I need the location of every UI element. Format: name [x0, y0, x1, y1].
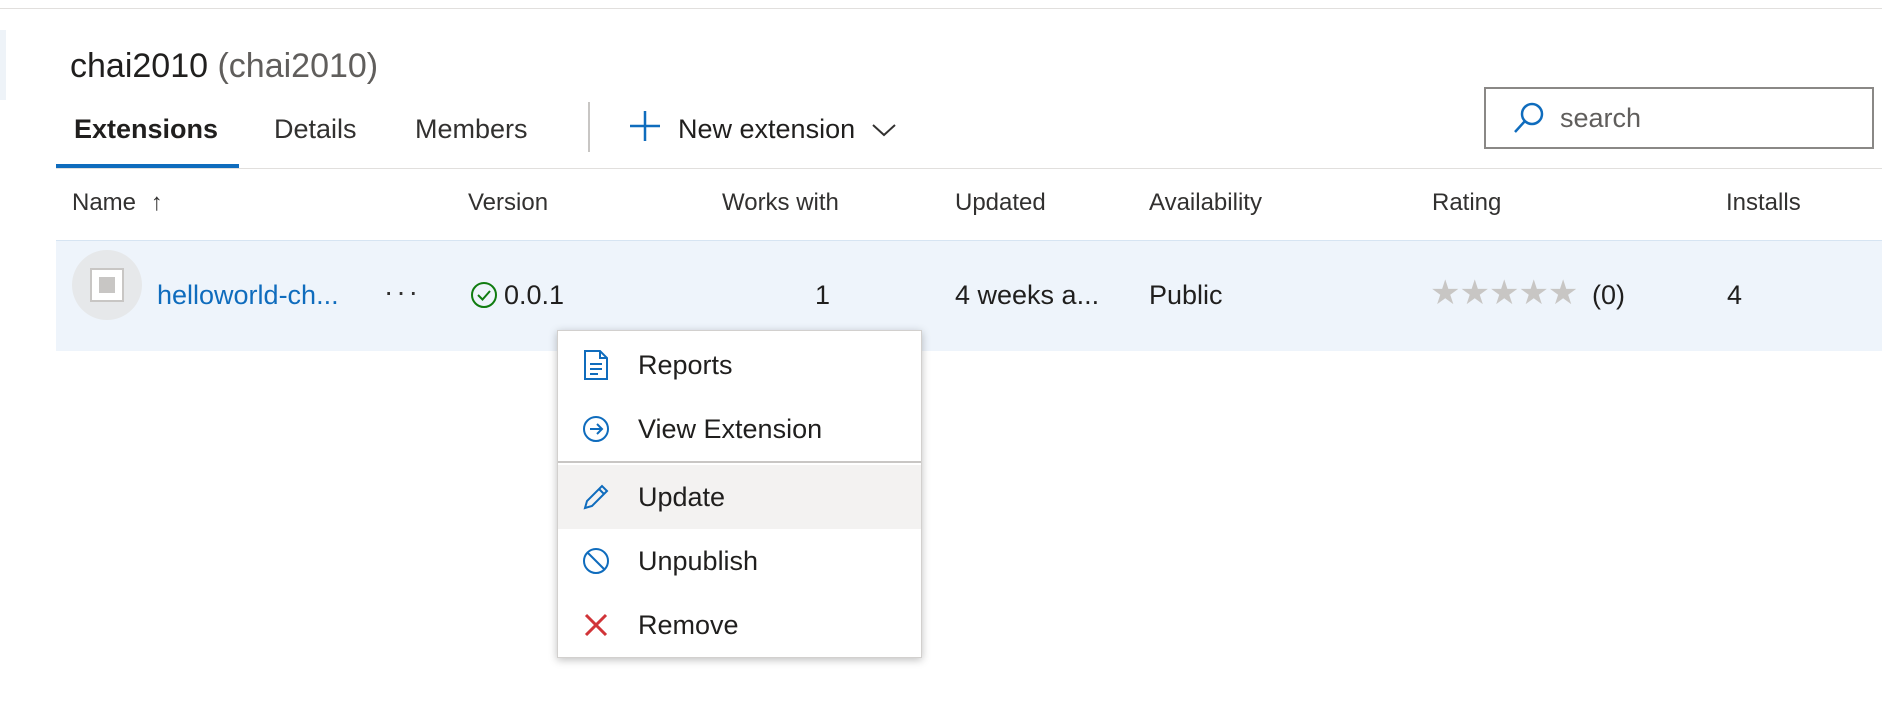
column-header-version[interactable]: Version — [468, 188, 548, 218]
header-divider — [56, 168, 1882, 169]
menu-divider — [558, 461, 921, 463]
menu-item-remove[interactable]: Remove — [558, 593, 921, 657]
pencil-icon — [578, 479, 614, 515]
tab-extensions[interactable]: Extensions — [74, 104, 218, 164]
publisher-id: (chai2010) — [217, 47, 379, 85]
column-header-name[interactable]: Name ↑ — [72, 188, 163, 218]
version-value: 0.0.1 — [504, 280, 565, 310]
menu-item-view-extension[interactable]: View Extension — [558, 397, 921, 461]
menu-item-reports[interactable]: Reports — [558, 333, 921, 397]
column-header-rating[interactable]: Rating — [1432, 188, 1501, 218]
column-header-installs[interactable]: Installs — [1726, 188, 1801, 218]
column-header-name-label: Name — [72, 189, 137, 216]
menu-item-remove-label: Remove — [638, 609, 739, 640]
context-menu: Reports View Extension Update Unpublish … — [557, 330, 922, 658]
installs-value: 4 — [1727, 280, 1743, 310]
document-icon — [578, 347, 614, 383]
block-icon — [578, 543, 614, 579]
toolbar-divider — [588, 102, 590, 152]
menu-item-unpublish[interactable]: Unpublish — [558, 529, 921, 593]
top-divider — [0, 8, 1882, 9]
search-icon — [1512, 101, 1546, 135]
new-extension-button[interactable]: New extension — [628, 106, 897, 152]
tab-members[interactable]: Members — [415, 104, 528, 164]
availability-value: Public — [1149, 280, 1223, 310]
column-header-availability[interactable]: Availability — [1149, 188, 1262, 218]
menu-item-view-extension-label: View Extension — [638, 413, 823, 444]
works-with-value: 1 — [815, 280, 831, 310]
plus-icon — [628, 109, 662, 150]
menu-item-reports-label: Reports — [638, 349, 733, 380]
chevron-down-icon — [871, 114, 897, 145]
rating-stars: ★★★★★ — [1430, 274, 1578, 312]
rating-count: (0) — [1592, 280, 1625, 310]
menu-item-update-label: Update — [638, 481, 726, 512]
extension-placeholder-icon — [90, 268, 124, 302]
tab-details[interactable]: Details — [274, 104, 357, 164]
search-box[interactable] — [1484, 87, 1874, 149]
check-circle-icon — [470, 281, 498, 309]
extension-name-link[interactable]: helloworld-ch... — [157, 278, 339, 312]
menu-item-update[interactable]: Update — [558, 465, 921, 529]
version-cell: 0.0.1 — [470, 278, 564, 312]
extension-avatar — [72, 250, 142, 320]
column-header-works-with[interactable]: Works with — [722, 188, 839, 218]
sort-ascending-icon: ↑ — [150, 189, 163, 216]
close-icon — [578, 607, 614, 643]
new-extension-label: New extension — [678, 113, 856, 144]
left-panel-edge — [0, 30, 6, 100]
page-title: chai2010 (chai2010) — [70, 46, 378, 86]
arrow-circle-right-icon — [578, 411, 614, 447]
column-header-updated[interactable]: Updated — [955, 188, 1046, 218]
search-input[interactable] — [1558, 101, 1862, 135]
menu-item-unpublish-label: Unpublish — [638, 545, 759, 576]
more-actions-button[interactable]: ··· — [384, 276, 421, 308]
publisher-name: chai2010 — [70, 47, 209, 85]
updated-value: 4 weeks a... — [955, 280, 1100, 310]
